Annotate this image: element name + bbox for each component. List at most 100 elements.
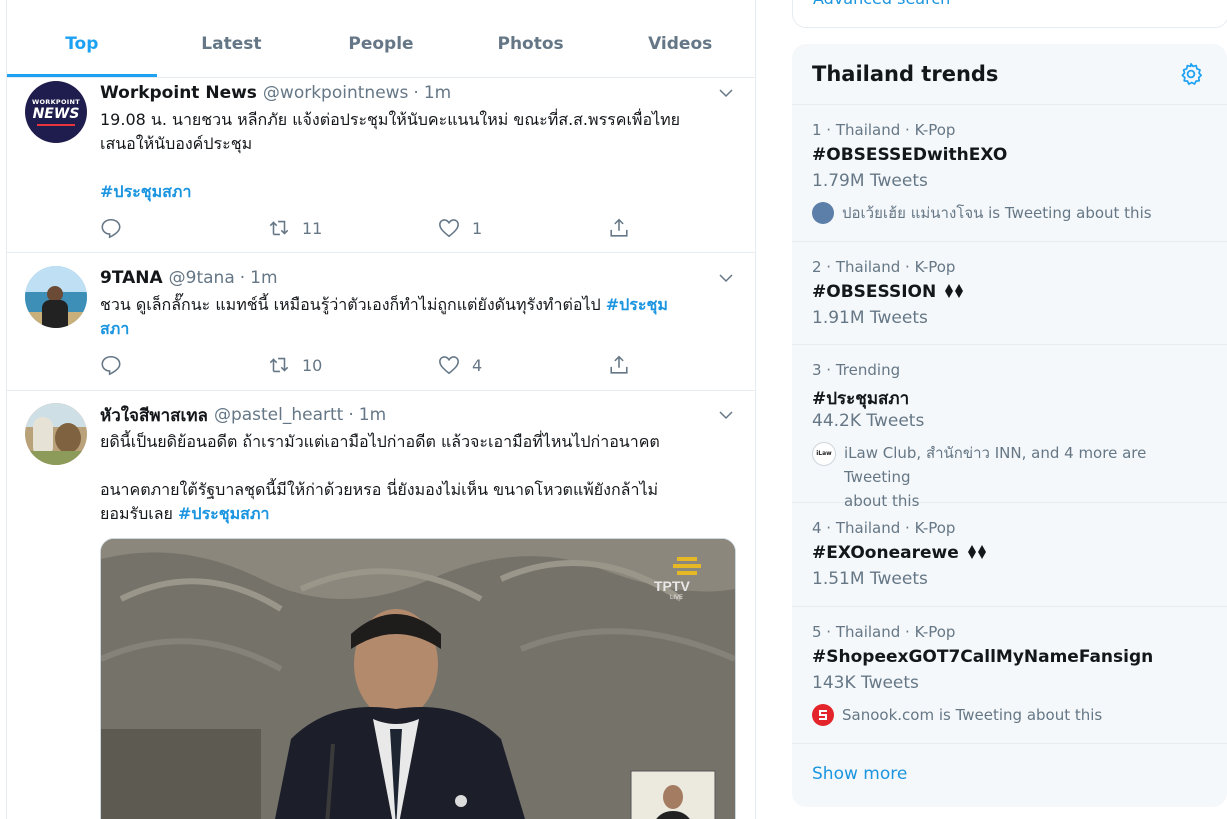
like-button[interactable]: 4	[438, 353, 482, 377]
avatar-logo-text: WORKPOINT	[31, 98, 81, 106]
trend-item[interactable]: 2 · Thailand · K-Pop #OBSESSION 1.91M Tw…	[792, 242, 1227, 345]
search-filters-box: Advanced search	[792, 0, 1227, 28]
tweet-text-line: ชวน ดูเล็กลั๊กนะ แมทช์นี้ เหมือนรู้ว่าตั…	[100, 295, 606, 314]
timestamp[interactable]: 1m	[250, 268, 277, 288]
trend-name[interactable]: #OBSESSEDwithEXO	[812, 145, 1007, 165]
share-button[interactable]	[608, 353, 630, 377]
trend-tweet-count: 143K Tweets	[812, 673, 919, 693]
gear-icon[interactable]	[1179, 62, 1203, 86]
video-frame: TPTV LIVE	[101, 539, 735, 819]
trend-item[interactable]: 4 · Thailand · K-Pop #EXOonearewe 1.51M …	[792, 503, 1227, 607]
author-handle[interactable]: @pastel_heartt	[214, 405, 343, 425]
tab-top[interactable]: Top	[7, 0, 157, 77]
tweet-text: ชวน ดูเล็กลั๊กนะ แมทช์นี้ เหมือนรู้ว่าตั…	[100, 293, 740, 341]
author-name[interactable]: 9TANA	[100, 268, 163, 288]
tab-label: Top	[65, 33, 99, 54]
avatar[interactable]	[25, 403, 87, 465]
avatar-photo-figure	[55, 423, 81, 453]
reply-button[interactable]	[100, 216, 122, 240]
trend-name-text: #OBSESSION	[812, 282, 937, 302]
user-avatar-icon	[812, 202, 834, 224]
retweet-button[interactable]: 11	[268, 216, 322, 240]
tweet[interactable]: WORKPOINT NEWS Workpoint News @workpoint…	[7, 78, 755, 253]
diamond-emoji-icon	[945, 284, 964, 298]
like-count: 4	[472, 355, 483, 375]
retweet-icon	[269, 357, 289, 373]
trend-tweet-count: 1.91M Tweets	[812, 308, 928, 328]
tweet-video[interactable]: TPTV LIVE	[100, 538, 736, 819]
reply-icon	[101, 355, 121, 376]
ilaw-logo-text: iLaw	[816, 450, 832, 457]
trend-item[interactable]: 5 · Thailand · K-Pop #ShopeexGOT7CallMyN…	[792, 607, 1227, 744]
tweet-header: Workpoint News @workpointnews · 1m	[100, 81, 451, 105]
tab-label: Latest	[201, 33, 262, 54]
trend-name[interactable]: #ประชุมสภา	[812, 385, 909, 412]
trend-name[interactable]: #EXOonearewe	[812, 543, 989, 563]
trend-context-line: iLaw Club, สำนักข่าว INN, and 4 more are…	[844, 444, 1147, 486]
avatar-photo-ground	[25, 451, 87, 465]
trend-item[interactable]: 3 · Trending #ประชุมสภา 44.2K Tweets iLa…	[792, 345, 1227, 510]
tweet-text: ยดินี้เป็นยดิย้อนอดีต ถ้าเรามัวแต่เอามือ…	[100, 430, 740, 526]
tab-latest[interactable]: Latest	[157, 0, 307, 77]
avatar-logo-underline	[37, 124, 75, 126]
tab-videos[interactable]: Videos	[605, 0, 755, 77]
retweet-button[interactable]: 10	[268, 353, 322, 377]
chevron-down-icon[interactable]	[717, 84, 735, 102]
author-name[interactable]: หัวใจสีพาสเทล	[100, 402, 208, 429]
trend-tweet-count: 1.79M Tweets	[812, 171, 928, 191]
tweet-text: 19.08 น. นายชวน หลีกภัย แจ้งต่อประชุมให้…	[100, 108, 740, 204]
reply-button[interactable]	[100, 353, 122, 377]
sanook-logo-icon	[812, 704, 834, 726]
author-name[interactable]: Workpoint News	[100, 83, 257, 103]
tab-label: People	[348, 33, 414, 54]
author-handle[interactable]: @workpointnews	[263, 83, 409, 103]
avatar[interactable]	[25, 266, 87, 328]
timestamp[interactable]: 1m	[424, 83, 451, 103]
trend-name[interactable]: #OBSESSION	[812, 282, 966, 302]
advanced-search-link[interactable]: Advanced search	[813, 0, 950, 8]
trend-meta: 2 · Thailand · K-Pop	[812, 258, 956, 276]
tweet-text-line: อนาคตภายใต้รัฐบาลชุดนี้มีให้ก่าด้วยหรอ น…	[100, 480, 659, 499]
tab-label: Videos	[648, 33, 713, 54]
tweet-header: หัวใจสีพาสเทล @pastel_heartt · 1m	[100, 403, 386, 427]
search-tabs: Top Latest People Photos Videos	[7, 0, 755, 78]
avatar[interactable]: WORKPOINT NEWS	[25, 81, 87, 143]
show-more-link[interactable]: Show more	[812, 764, 907, 784]
tweet-header: 9TANA @9tana · 1m	[100, 266, 278, 290]
timestamp[interactable]: 1m	[359, 405, 386, 425]
chevron-down-icon[interactable]	[717, 269, 735, 287]
tweet-text-line: 19.08 น. นายชวน หลีกภัย แจ้งต่อประชุมให้…	[100, 110, 681, 129]
heart-icon	[439, 356, 459, 375]
share-button[interactable]	[608, 216, 630, 240]
tab-people[interactable]: People	[306, 0, 456, 77]
retweet-count: 10	[302, 355, 323, 375]
trend-context: ปอเว้ยเฮ้ย แม่นางโจน is Tweeting about t…	[812, 201, 1212, 225]
avatar-photo-body	[42, 300, 68, 328]
like-count: 1	[472, 218, 483, 238]
author-handle[interactable]: @9tana	[169, 268, 235, 288]
sanook-s-icon	[819, 710, 827, 720]
trend-item[interactable]: 1 · Thailand · K-Pop #OBSESSEDwithEXO 1.…	[792, 105, 1227, 242]
trends-title: Thailand trends	[812, 62, 999, 86]
hashtag-link[interactable]: #ประชุมสภา	[178, 504, 269, 523]
trend-name[interactable]: #ShopeexGOT7CallMyNameFansign	[812, 647, 1153, 667]
trend-context: Sanook.com is Tweeting about this	[812, 703, 1212, 727]
tv-logo-text: TPTV	[654, 578, 690, 594]
ilaw-avatar-icon: iLaw	[812, 442, 836, 466]
like-button[interactable]: 1	[438, 216, 482, 240]
tweet-actions: 10 4	[100, 353, 660, 377]
tweet[interactable]: 9TANA @9tana · 1m ชวน ดูเล็กลั๊กนะ แมทช์…	[7, 253, 755, 391]
tweet-text-line: เสนอให้นับองค์ประชุม	[100, 134, 253, 153]
hashtag-link[interactable]: #ประชุมสภา	[100, 180, 740, 204]
separator: ·	[413, 83, 419, 103]
tab-photos[interactable]: Photos	[456, 0, 606, 77]
share-icon	[610, 355, 628, 374]
trend-meta: 1 · Thailand · K-Pop	[812, 121, 956, 139]
hashtag-link[interactable]: สภา	[100, 317, 740, 341]
trend-meta: 3 · Trending	[812, 361, 901, 379]
hashtag-link[interactable]: #ประชุม	[606, 295, 668, 314]
chevron-down-icon[interactable]	[717, 406, 735, 424]
diamond-emoji-icon	[967, 545, 986, 559]
trend-context-text: ปอเว้ยเฮ้ย แม่นางโจน is Tweeting about t…	[842, 204, 1152, 222]
share-icon	[610, 218, 628, 237]
